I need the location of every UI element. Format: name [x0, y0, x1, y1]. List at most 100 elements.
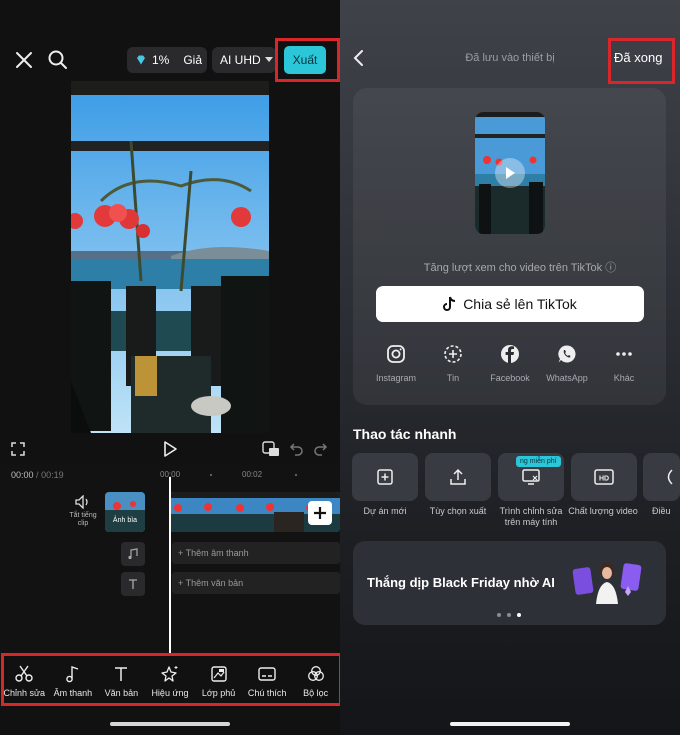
carousel-dot-active[interactable]	[517, 613, 521, 617]
cover-label: Ảnh bìa	[112, 517, 138, 524]
social-label: Instagram	[375, 373, 417, 383]
pro-label: Giả	[183, 53, 203, 67]
ruler-dot	[295, 474, 297, 476]
captions-icon	[258, 665, 276, 688]
ruler-tick: 00:02	[242, 470, 263, 479]
playhead[interactable]	[169, 477, 171, 655]
mute-label: Tắt tiếng clip	[69, 512, 97, 527]
quick-action-export-options[interactable]	[425, 453, 491, 501]
tool-filters[interactable]: Bộ lọc	[293, 665, 339, 698]
new-project-icon	[376, 468, 394, 486]
quality-select[interactable]: AI UHD	[212, 47, 276, 73]
whatsapp-icon	[557, 344, 577, 373]
pro-percent: 1%	[152, 53, 170, 67]
promo-text: Thắng dịp Black Friday nhờ AI	[367, 575, 555, 590]
tool-overlay[interactable]: Lớp phủ	[196, 665, 242, 698]
promo-illustration	[572, 556, 644, 606]
text-icon	[112, 665, 130, 688]
free-badge: ng miễn phí	[516, 456, 561, 467]
story-icon	[443, 344, 463, 373]
share-story[interactable]: Tin	[425, 344, 481, 383]
time-total: 00:19	[41, 470, 64, 480]
fullscreen-icon[interactable]	[11, 442, 25, 456]
quick-action-label: Chất lượng video	[568, 506, 638, 516]
quick-action-label: Dự án mới	[363, 506, 407, 516]
video-preview[interactable]	[71, 81, 269, 433]
carousel-dot[interactable]	[507, 613, 511, 617]
tool-captions[interactable]: Chú thích	[244, 665, 290, 698]
back-icon[interactable]	[352, 49, 364, 67]
time-readout: 00:00 / 00:19	[11, 470, 64, 480]
share-whatsapp[interactable]: WhatsApp	[539, 344, 595, 383]
search-icon[interactable]	[47, 49, 69, 71]
text-track-button[interactable]	[121, 572, 145, 596]
tool-edit[interactable]: Chỉnh sửa	[1, 665, 47, 698]
text-icon	[127, 578, 139, 590]
speaker-icon	[75, 495, 91, 509]
share-instagram[interactable]: Instagram	[368, 344, 424, 383]
quality-label: AI UHD	[220, 53, 261, 67]
cover-thumbnail[interactable]: Ảnh bìa	[105, 492, 145, 532]
social-label: WhatsApp	[546, 373, 588, 383]
quick-action-label: Điều	[652, 506, 671, 516]
keyframe-icon[interactable]	[262, 441, 280, 457]
scissors-icon	[15, 665, 33, 688]
social-label: Khác	[613, 373, 635, 383]
more-dots-icon	[614, 344, 634, 373]
audio-track-button[interactable]	[121, 542, 145, 566]
status-title: Đã lưu vào thiết bị	[465, 52, 555, 64]
share-more[interactable]: Khác	[596, 344, 652, 383]
quick-action-adjust[interactable]	[643, 453, 680, 501]
time-current: 00:00	[11, 470, 34, 480]
play-icon[interactable]	[495, 158, 525, 188]
tool-label: Hiệu ứng	[151, 687, 189, 698]
share-tiktok-label: Chia sẻ lên TikTok	[463, 296, 577, 312]
tool-label: Chú thích	[247, 687, 287, 698]
social-label: Facebook	[490, 373, 530, 383]
adjust-icon	[664, 468, 674, 486]
share-tiktok-button[interactable]: Chia sẻ lên TikTok	[376, 286, 644, 322]
export-options-icon	[449, 468, 467, 486]
plus-icon	[313, 506, 327, 520]
timeline[interactable]: 00:00 / 00:19 00:00 00:02 Tắt tiếng clip…	[0, 465, 340, 655]
ruler-dot	[210, 474, 212, 476]
close-icon[interactable]	[14, 50, 34, 70]
add-clip-button[interactable]	[308, 501, 332, 525]
tiktok-hint: Tăng lượt xem cho video trên TikTok ⓘ	[423, 262, 617, 274]
music-note-icon	[127, 548, 139, 560]
tool-label: Lớp phủ	[201, 687, 236, 698]
exported-video-thumbnail[interactable]	[475, 112, 545, 234]
tool-label: Chỉnh sửa	[3, 687, 46, 698]
pro-trial-pill[interactable]: 1% Giả	[127, 47, 207, 73]
facebook-icon	[500, 344, 520, 373]
undo-icon[interactable]	[289, 442, 303, 456]
carousel-dot[interactable]	[497, 613, 501, 617]
video-frame-illustration	[71, 81, 269, 433]
home-indicator	[450, 722, 570, 726]
sparkle-star-icon	[161, 665, 179, 688]
quick-action-label: Trình chỉnh sửa trên máy tính	[499, 506, 563, 527]
svg-text:HD: HD	[599, 476, 609, 483]
tool-label: Âm thanh	[53, 687, 93, 698]
instagram-icon	[386, 344, 406, 373]
tool-effects[interactable]: Hiệu ứng	[147, 665, 193, 698]
tool-text[interactable]: Văn bản	[98, 665, 144, 698]
share-facebook[interactable]: Facebook	[482, 344, 538, 383]
desktop-editor-icon	[521, 468, 541, 486]
add-text-row[interactable]: + Thêm văn bản	[172, 572, 340, 594]
hd-icon: HD	[594, 469, 614, 485]
quick-action-video-quality[interactable]: HD	[571, 453, 637, 501]
diamond-icon	[135, 54, 147, 66]
chevron-down-icon	[264, 57, 273, 63]
tiktok-icon	[443, 296, 457, 312]
play-icon[interactable]	[163, 441, 177, 457]
done-button[interactable]: Đã xong	[614, 50, 662, 65]
export-button[interactable]: Xuất	[284, 46, 326, 74]
social-label: Tin	[446, 373, 460, 383]
add-audio-row[interactable]: + Thêm âm thanh	[172, 542, 340, 564]
mute-clip-button[interactable]: Tắt tiếng clip	[66, 495, 100, 528]
quick-action-new-project[interactable]	[352, 453, 418, 501]
tool-audio[interactable]: Âm thanh	[50, 665, 96, 698]
time-separator: /	[36, 470, 39, 480]
redo-icon[interactable]	[314, 442, 328, 456]
